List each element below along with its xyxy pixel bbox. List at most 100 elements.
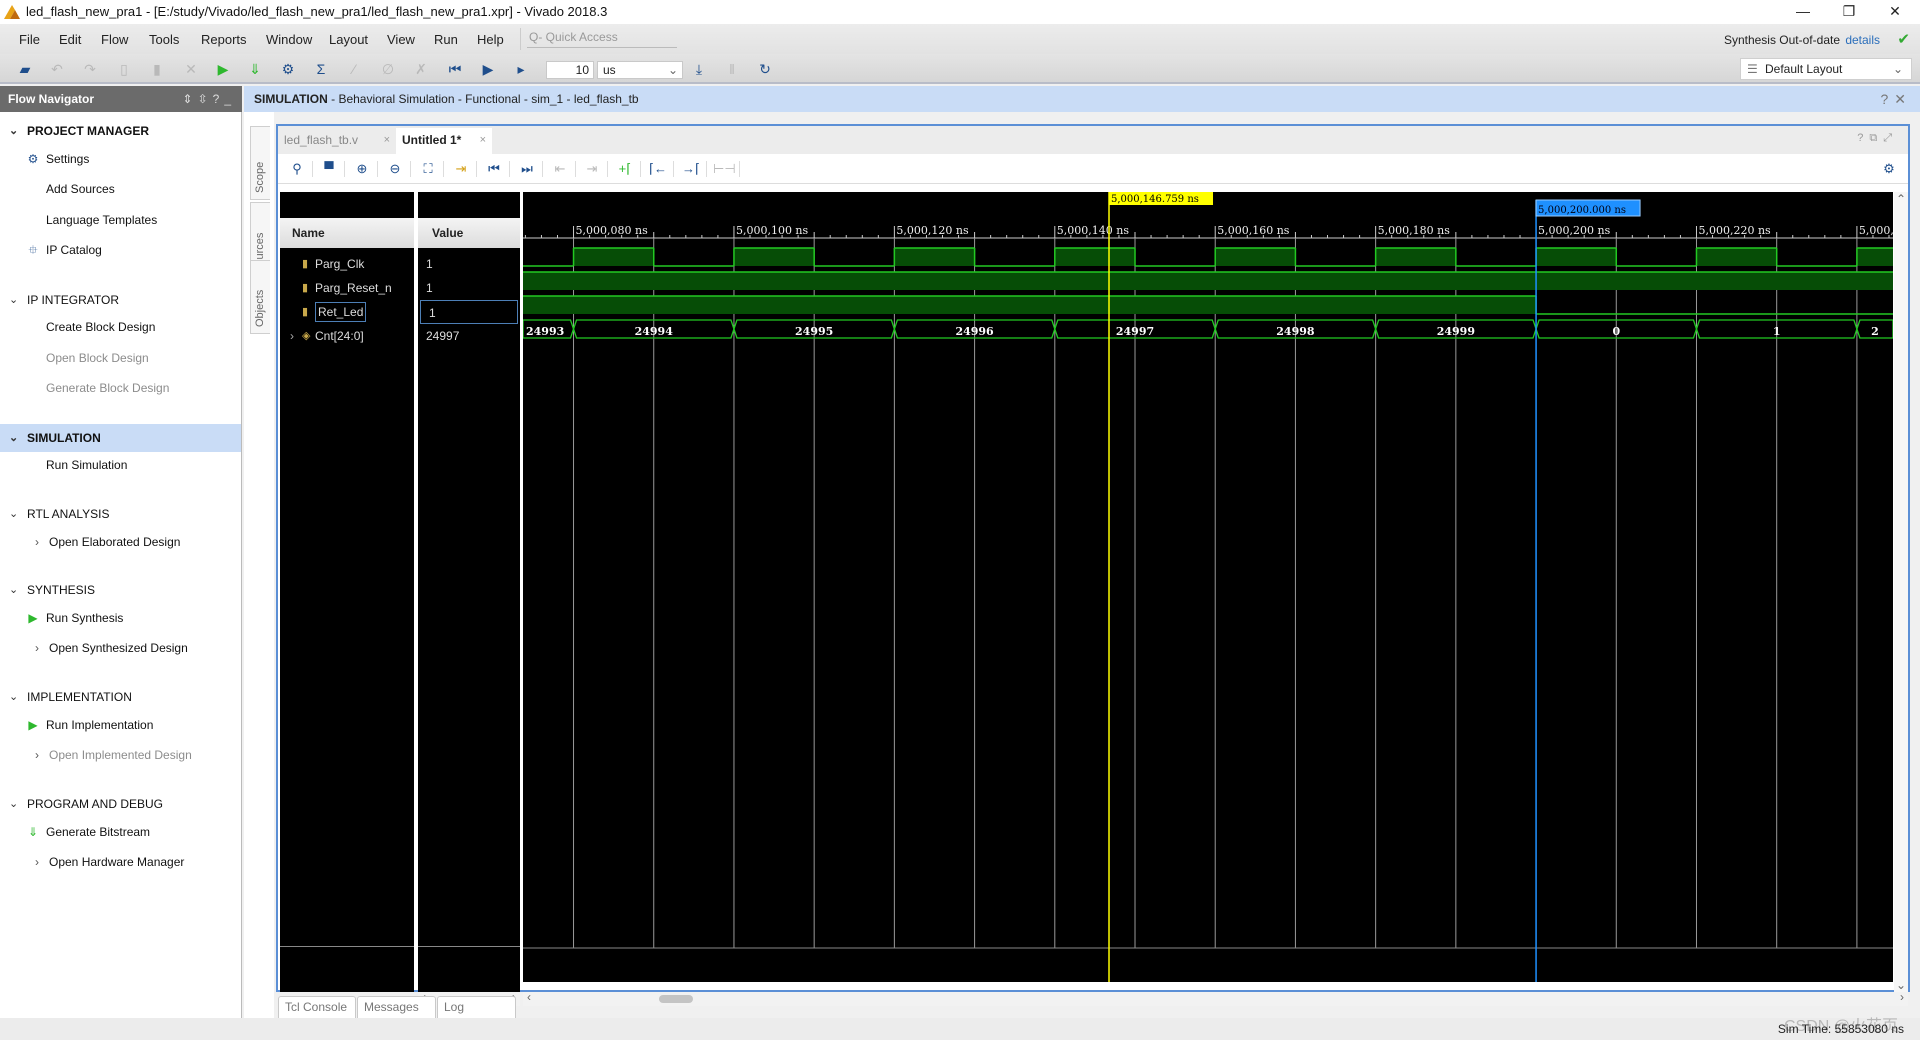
zoom-fit-icon[interactable]: ⛶: [417, 159, 439, 179]
minimize-button[interactable]: —: [1780, 0, 1826, 24]
nav-item-open-synthesized-design[interactable]: › Open Synthesized Design: [35, 638, 188, 658]
previous-marker-icon[interactable]: ⌈←: [647, 159, 669, 179]
scroll-thumb[interactable]: [659, 995, 693, 1003]
menu-edit[interactable]: Edit: [59, 32, 81, 47]
run-for-icon[interactable]: ▸: [510, 59, 532, 79]
step-icon[interactable]: ⤓: [688, 59, 710, 79]
nav-item-run-implementation[interactable]: ▶ Run Implementation: [28, 715, 153, 735]
menu-help[interactable]: Help: [477, 32, 504, 47]
section-synthesis[interactable]: ⌄ SYNTHESIS: [0, 578, 241, 602]
restore-button[interactable]: ❐: [1826, 0, 1872, 24]
disabled-tool-icon[interactable]: ⁄: [343, 59, 365, 79]
zoom-out-icon[interactable]: ⊖: [384, 159, 406, 179]
tab-objects[interactable]: Objects: [250, 260, 270, 334]
tab-led-flash-tb[interactable]: led_flash_tb.v ×: [278, 128, 396, 154]
scroll-down-icon[interactable]: ⌄: [1896, 978, 1906, 992]
nav-item-open-block-design[interactable]: Open Block Design: [46, 348, 149, 368]
menu-flow[interactable]: Flow: [101, 32, 128, 47]
nav-item-run-simulation[interactable]: Run Simulation: [46, 455, 127, 475]
next-marker-icon[interactable]: →⌈: [680, 159, 702, 179]
signal-row-selected[interactable]: ▮ Ret_Led: [280, 300, 414, 324]
go-to-start-icon[interactable]: ⏮: [483, 159, 505, 179]
nav-item-settings[interactable]: ⚙ Settings: [28, 149, 90, 169]
redo-icon[interactable]: ↷: [79, 59, 101, 79]
nav-item-add-sources[interactable]: Add Sources: [46, 179, 115, 199]
restart-icon[interactable]: ⏮: [444, 59, 466, 79]
settings-gear-icon[interactable]: ⚙: [1878, 159, 1900, 179]
menu-view[interactable]: View: [387, 32, 415, 47]
details-link[interactable]: details: [1845, 33, 1880, 47]
section-project-manager[interactable]: ⌄ PROJECT MANAGER: [0, 119, 241, 143]
nav-item-open-elaborated-design[interactable]: › Open Elaborated Design: [35, 532, 180, 552]
sigma-icon[interactable]: Σ: [310, 59, 332, 79]
run-icon[interactable]: ▶: [212, 59, 234, 79]
nav-item-ip-catalog[interactable]: ⯐ IP Catalog: [28, 240, 101, 260]
menu-layout[interactable]: Layout: [329, 32, 368, 47]
nav-item-run-synthesis[interactable]: ▶ Run Synthesis: [28, 608, 123, 628]
section-rtl-analysis[interactable]: ⌄ RTL ANALYSIS: [0, 502, 241, 526]
open-project-icon[interactable]: ▰: [14, 59, 36, 79]
waveform-canvas[interactable]: 5,000,080 ns 5,000,100 ns 5,000,120 ns 5,00…: [523, 192, 1893, 982]
close-window-button[interactable]: ✕: [1872, 0, 1918, 24]
save-icon[interactable]: ▀: [318, 159, 340, 179]
quick-access-input[interactable]: Q- Quick Access: [527, 30, 677, 48]
relaunch-icon[interactable]: ↻: [754, 59, 776, 79]
paste-icon[interactable]: ▮: [146, 59, 168, 79]
help-close-controls[interactable]: ?✕: [1880, 86, 1912, 112]
settings-gear-icon[interactable]: ⚙: [277, 59, 299, 79]
disabled-cancel-icon[interactable]: ✗: [410, 59, 432, 79]
go-to-cursor-icon[interactable]: ⇥: [450, 159, 472, 179]
time-unit-select[interactable]: us ⌄: [597, 61, 683, 79]
zoom-in-icon[interactable]: ⊕: [351, 159, 373, 179]
value-column-header[interactable]: Value: [418, 218, 520, 248]
wave-vertical-scrollbar[interactable]: ⌃ ⌄: [1894, 192, 1908, 992]
section-implementation[interactable]: ⌄ IMPLEMENTATION: [0, 685, 241, 709]
menu-run[interactable]: Run: [434, 32, 458, 47]
go-to-end-icon[interactable]: ⏭: [516, 159, 538, 179]
tab-messages[interactable]: Messages: [357, 996, 436, 1018]
nav-item-generate-block-design[interactable]: Generate Block Design: [46, 378, 169, 398]
menu-window[interactable]: Window: [266, 32, 312, 47]
tab-untitled-1[interactable]: Untitled 1* ×: [396, 128, 492, 154]
next-transition-icon[interactable]: ⇥: [581, 159, 603, 179]
nav-item-open-hardware-manager[interactable]: › Open Hardware Manager: [35, 852, 184, 872]
window-controls[interactable]: ?⧉⤢: [1857, 132, 1898, 145]
close-tab-icon[interactable]: ×: [480, 128, 486, 152]
scroll-left-icon[interactable]: ‹: [527, 990, 531, 1004]
close-tab-icon[interactable]: ×: [384, 128, 390, 152]
scroll-up-icon[interactable]: ⌃: [1896, 192, 1906, 206]
tab-log[interactable]: Log: [437, 996, 516, 1018]
search-icon[interactable]: ⚲: [286, 159, 308, 179]
nav-item-generate-bitstream[interactable]: ⇓ Generate Bitstream: [28, 822, 150, 842]
copy-icon[interactable]: ▯: [113, 59, 135, 79]
scroll-right-icon[interactable]: ›: [1900, 990, 1904, 1004]
undo-icon[interactable]: ↶: [46, 59, 68, 79]
nav-item-create-block-design[interactable]: Create Block Design: [46, 317, 155, 337]
nav-item-open-implemented-design[interactable]: › Open Implemented Design: [35, 745, 192, 765]
generate-bitstream-icon[interactable]: ⇓: [244, 59, 266, 79]
run-for-time-input[interactable]: 10: [546, 61, 594, 79]
disabled-tool-icon[interactable]: ∅: [377, 59, 399, 79]
pause-icon[interactable]: ‖: [721, 59, 743, 79]
section-simulation[interactable]: ⌄ SIMULATION: [0, 424, 241, 452]
expand-chevron-icon[interactable]: ›: [290, 324, 294, 348]
signal-row[interactable]: ▮ Parg_Clk: [280, 252, 414, 276]
tab-scope[interactable]: Scope: [250, 126, 270, 200]
menu-file[interactable]: File: [19, 32, 40, 47]
swap-cursors-icon[interactable]: ⊢⊣: [713, 159, 736, 179]
menu-reports[interactable]: Reports: [201, 32, 247, 47]
delete-icon[interactable]: ✕: [180, 59, 202, 79]
signal-row[interactable]: › ◈ Cnt[24:0]: [280, 324, 414, 348]
tab-tcl-console[interactable]: Tcl Console: [278, 996, 356, 1018]
wave-horizontal-scrollbar[interactable]: ‹ ›: [523, 990, 1908, 1006]
section-ip-integrator[interactable]: ⌄ IP INTEGRATOR: [0, 288, 241, 312]
add-marker-icon[interactable]: +⌈: [614, 159, 636, 179]
section-program-and-debug[interactable]: ⌄ PROGRAM AND DEBUG: [0, 792, 241, 816]
waveform-svg[interactable]: 5,000,080 ns 5,000,100 ns 5,000,120 ns 5,00…: [523, 192, 1893, 982]
signal-row[interactable]: ▮ Parg_Reset_n: [280, 276, 414, 300]
previous-transition-icon[interactable]: ⇤: [549, 159, 571, 179]
run-all-icon[interactable]: ▶: [477, 59, 499, 79]
nav-item-language-templates[interactable]: Language Templates: [46, 210, 157, 230]
menu-tools[interactable]: Tools: [149, 32, 179, 47]
navigator-controls[interactable]: ⇕⇳?_: [183, 86, 236, 112]
